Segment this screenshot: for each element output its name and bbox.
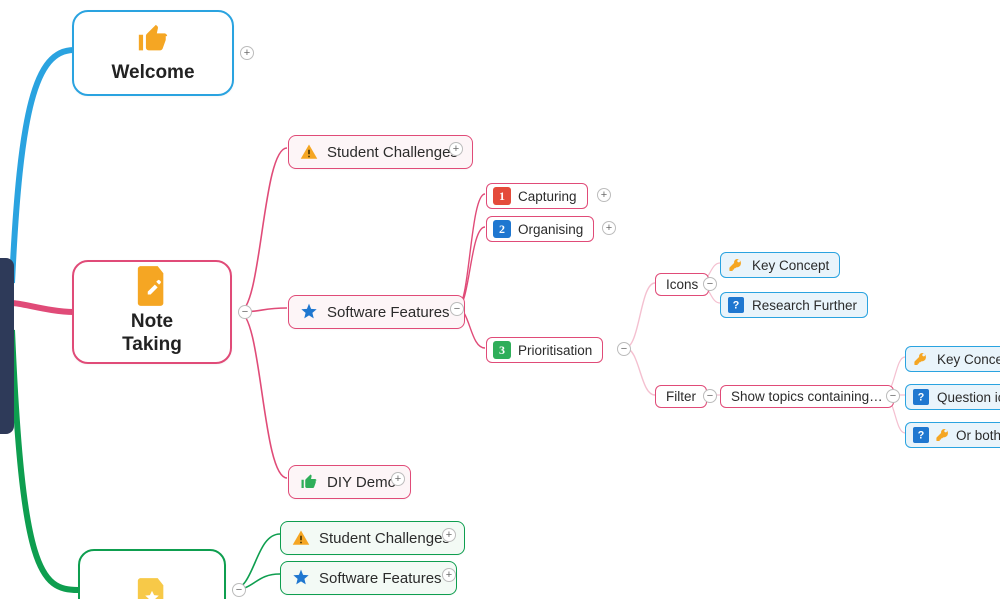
toggle-prioritisation[interactable]	[617, 342, 631, 356]
note-icon	[133, 267, 171, 305]
key-icon	[727, 256, 745, 274]
thumbs-up-icon	[134, 22, 172, 56]
toggle-welcome[interactable]	[240, 46, 254, 60]
node-software-features[interactable]: Software Features	[288, 295, 465, 329]
card-welcome-label: Welcome	[111, 62, 194, 85]
node-green-software-features[interactable]: Software Features	[280, 561, 457, 595]
node-question-icon[interactable]: ? Question icon	[905, 384, 1000, 410]
badge-three-icon: 3	[493, 341, 511, 359]
node-filter[interactable]: Filter	[655, 385, 707, 408]
node-prioritisation-label: Prioritisation	[518, 343, 592, 358]
node-research-further[interactable]: ? Research Further	[720, 292, 868, 318]
node-green-student-challenges-label: Student Challenges	[319, 530, 450, 547]
toggle-note-taking[interactable]	[238, 305, 252, 319]
toggle-software-features[interactable]	[450, 302, 464, 316]
star-icon	[299, 302, 319, 322]
node-or-both[interactable]: ? Or both…	[905, 422, 1000, 448]
node-capturing-label: Capturing	[518, 189, 577, 204]
root-stub	[0, 258, 14, 434]
node-organising-label: Organising	[518, 222, 583, 237]
star-icon	[291, 568, 311, 588]
card-note-taking[interactable]: Note Taking	[72, 260, 232, 364]
node-or-both-label: Or both…	[956, 428, 1000, 443]
toggle-icons[interactable]	[703, 277, 717, 291]
card-note-taking-label: Note Taking	[122, 311, 182, 357]
node-diy-demo-label: DIY Demo	[327, 474, 396, 491]
node-question-icon-label: Question icon	[937, 390, 1000, 405]
node-student-challenges-label: Student Challenges	[327, 144, 458, 161]
toggle-organising[interactable]	[602, 221, 616, 235]
node-key-concept-a-label: Key Concept	[752, 258, 829, 273]
thumbs-up-icon	[299, 472, 319, 492]
toggle-show-topics[interactable]	[886, 389, 900, 403]
node-green-software-features-label: Software Features	[319, 570, 442, 587]
toggle-student-challenges[interactable]	[449, 142, 463, 156]
key-icon	[934, 426, 952, 444]
toggle-green-software-features[interactable]	[442, 568, 456, 582]
warning-icon	[299, 142, 319, 162]
toggle-green-card[interactable]	[232, 583, 246, 597]
key-icon	[912, 350, 930, 368]
node-key-concept-b[interactable]: Key Concept	[905, 346, 1000, 372]
badge-one-icon: 1	[493, 187, 511, 205]
toggle-filter[interactable]	[703, 389, 717, 403]
node-software-features-label: Software Features	[327, 304, 450, 321]
node-prioritisation[interactable]: 3 Prioritisation	[486, 337, 603, 363]
toggle-green-student-challenges[interactable]	[442, 528, 456, 542]
node-icons-label: Icons	[666, 277, 698, 292]
node-green-student-challenges[interactable]: Student Challenges	[280, 521, 465, 555]
node-key-concept-a[interactable]: Key Concept	[720, 252, 840, 278]
card-green[interactable]	[78, 549, 226, 599]
node-show-topics[interactable]: Show topics containing…	[720, 385, 894, 408]
question-icon: ?	[727, 296, 745, 314]
star-file-icon	[133, 579, 171, 599]
warning-icon	[291, 528, 311, 548]
toggle-diy-demo[interactable]	[391, 472, 405, 486]
node-show-topics-label: Show topics containing…	[731, 389, 883, 404]
toggle-capturing[interactable]	[597, 188, 611, 202]
node-student-challenges[interactable]: Student Challenges	[288, 135, 473, 169]
node-capturing[interactable]: 1 Capturing	[486, 183, 588, 209]
mindmap-canvas[interactable]: Welcome Note Taking Student Challenges S…	[0, 0, 1000, 599]
svg-text:?: ?	[733, 299, 740, 311]
card-welcome[interactable]: Welcome	[72, 10, 234, 96]
svg-text:?: ?	[918, 391, 925, 403]
node-research-further-label: Research Further	[752, 298, 857, 313]
question-icon: ?	[912, 388, 930, 406]
node-filter-label: Filter	[666, 389, 696, 404]
question-icon: ?	[912, 426, 930, 444]
node-organising[interactable]: 2 Organising	[486, 216, 594, 242]
badge-two-icon: 2	[493, 220, 511, 238]
svg-text:?: ?	[918, 429, 925, 441]
node-key-concept-b-label: Key Concept	[937, 352, 1000, 367]
node-icons[interactable]: Icons	[655, 273, 709, 296]
